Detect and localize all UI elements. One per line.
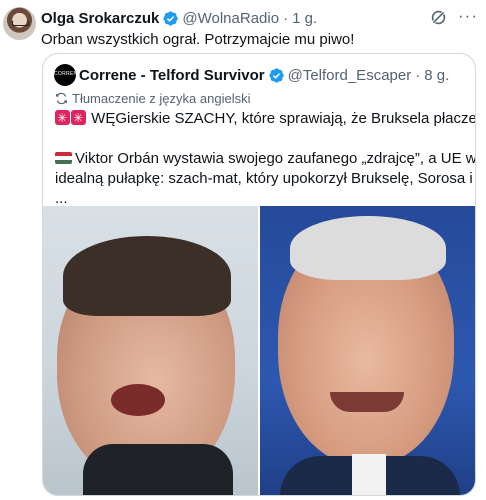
quoted-tweet-time[interactable]: 8 g. [424,67,449,84]
hungary-flag-emoji [55,152,72,164]
translate-icon [56,92,67,105]
grok-icon[interactable] [429,8,448,27]
author-handle[interactable]: @WolnaRadio [182,10,279,27]
quoted-tweet-text: WĘGierskie SZACHY, które sprawiają, że B… [55,108,475,209]
quoted-author-avatar[interactable]: CORRENE [54,64,82,86]
separator-dot: · [283,9,289,27]
quoted-author-handle[interactable]: @Telford_Escaper [288,67,412,84]
quoted-tweet-card[interactable]: CORRENE Correne - Telford Survivor @Telf… [42,53,476,496]
rotating-light-emoji [71,108,86,128]
quoted-tweet-header: Correne - Telford Survivor @Telford_Esca… [79,65,449,85]
verified-badge-icon [268,67,284,83]
quoted-line-3: idealną pułapkę: szach-mat, który upokor… [55,170,475,187]
rotating-light-emoji [55,108,70,128]
tweet-time[interactable]: 1 g. [292,10,317,27]
tweet-header: Olga Srokarczuk @WolnaRadio · 1 g. [41,8,476,28]
photo-right[interactable] [260,206,475,495]
quoted-line-1: WĘGierskie SZACHY, które sprawiają, że B… [91,110,476,127]
photo-left[interactable] [43,206,258,495]
tweet-text: Orban wszystkich ograł. Potrzymajcie mu … [41,31,355,48]
quoted-author-name[interactable]: Correne - Telford Survivor [79,67,265,84]
media-grid [43,206,475,495]
quoted-line-2: Viktor Orbán wystawia swojego zaufanego … [75,150,476,167]
author-avatar[interactable] [3,7,36,40]
author-name[interactable]: Olga Srokarczuk [41,10,159,27]
more-options-button[interactable]: ··· [458,6,478,26]
quoted-avatar-text: CORRENE [54,71,82,77]
verified-badge-icon [163,10,179,26]
translation-note[interactable]: Tłumaczenie z języka angielski [55,91,250,106]
translation-label: Tłumaczenie z języka angielski [72,91,251,106]
separator-dot: · [415,66,421,84]
